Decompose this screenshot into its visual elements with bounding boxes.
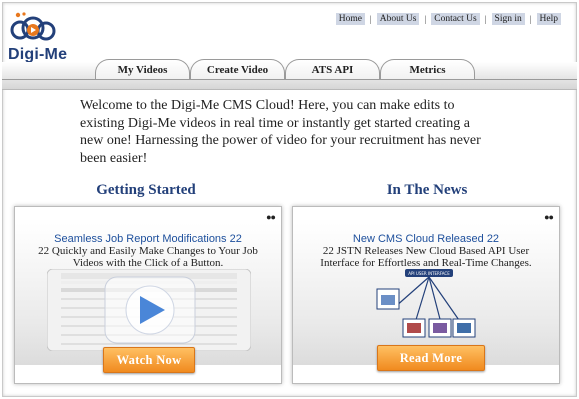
- getting-started-subtitle: 22 Quickly and Easily Make Changes to Yo…: [38, 245, 258, 269]
- in-the-news-title: In The News: [386, 182, 468, 198]
- read-more-button[interactable]: Read More: [377, 345, 485, 371]
- api-diagram-label: API USER INTERFACE: [408, 271, 450, 276]
- in-the-news-subtitle: 22 JSTN Releases New Cloud Based API Use…: [320, 245, 532, 269]
- dots-icon[interactable]: ●●: [544, 212, 554, 222]
- tab-create-video[interactable]: Create Video: [190, 59, 285, 79]
- getting-started-title: Getting Started: [96, 182, 196, 198]
- getting-started-panel: ●● Seamless Job Report Modifications 22 …: [14, 206, 282, 384]
- nav-separator: |: [529, 14, 532, 24]
- nav-signin-link[interactable]: Sign in: [491, 13, 525, 25]
- nav-separator: |: [424, 14, 427, 24]
- tab-metrics[interactable]: Metrics: [380, 59, 475, 79]
- top-nav: Home | About Us | Contact Us | Sign in |…: [335, 13, 561, 25]
- video-thumbnail[interactable]: [47, 269, 251, 351]
- nav-separator: |: [484, 14, 487, 24]
- watch-now-button[interactable]: Watch Now: [103, 347, 195, 373]
- api-diagram: API USER INTERFACE: [376, 269, 476, 338]
- nav-separator: |: [369, 14, 372, 24]
- welcome-text: Welcome to the Digi-Me CMS Cloud! Here, …: [80, 98, 481, 166]
- in-the-news-headline: New CMS Cloud Released 22: [352, 233, 500, 245]
- tab-my-videos[interactable]: My Videos: [95, 59, 190, 79]
- in-the-news-panel: ●● New CMS Cloud Released 22 22 JSTN Rel…: [292, 206, 560, 384]
- nav-help-link[interactable]: Help: [536, 13, 561, 25]
- tab-ats-api[interactable]: ATS API: [285, 59, 380, 79]
- nav-home-link[interactable]: Home: [335, 13, 365, 25]
- nav-about-link[interactable]: About Us: [376, 13, 420, 25]
- nav-contact-link[interactable]: Contact Us: [431, 13, 480, 25]
- getting-started-headline: Seamless Job Report Modifications 22: [54, 233, 242, 245]
- dots-icon[interactable]: ●●: [266, 212, 276, 222]
- tab-underline: [2, 79, 577, 80]
